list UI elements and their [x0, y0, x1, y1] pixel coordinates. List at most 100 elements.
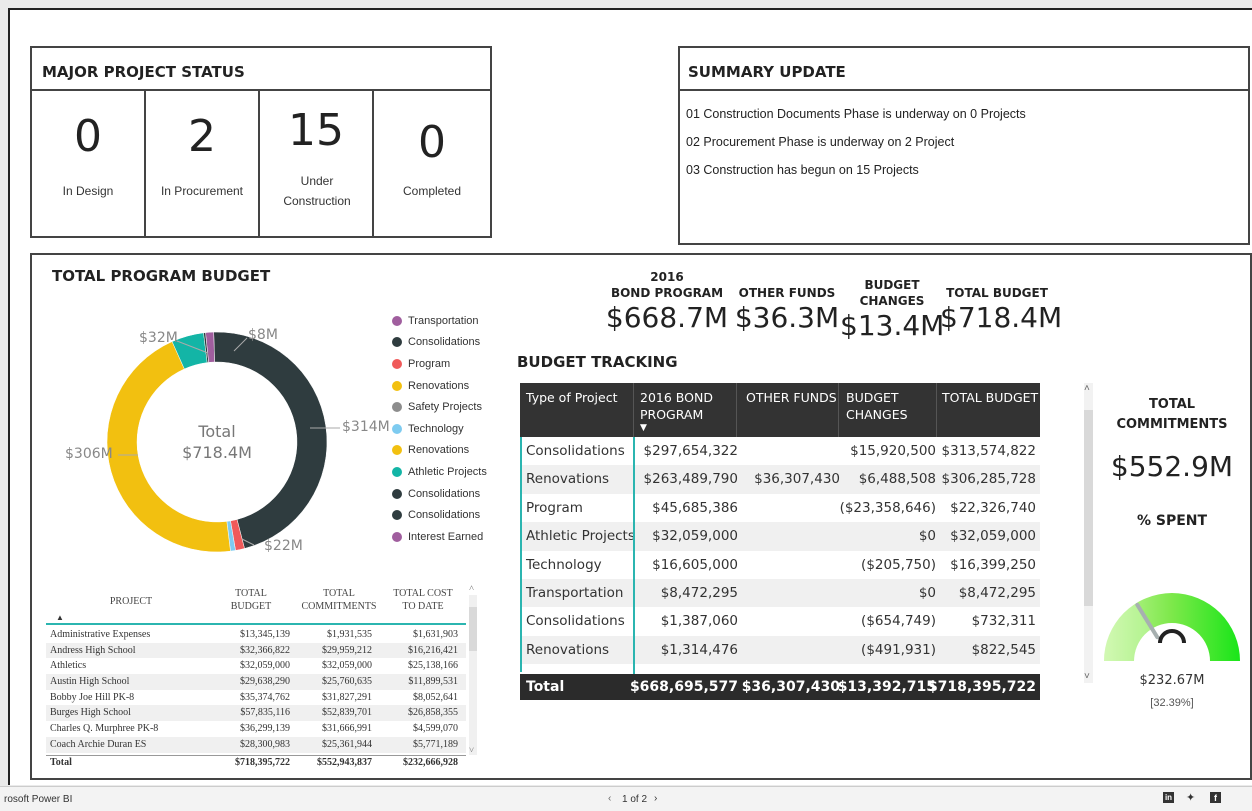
legend-item[interactable]: Safety Projects — [392, 396, 487, 418]
cell-value: $32,366,822 — [240, 644, 290, 656]
cell-value: $3,421,742 — [959, 670, 1036, 672]
table-row[interactable]: Consolidations $297,654,322 $15,920,500 $31… — [522, 437, 1040, 465]
scroll-down-icon[interactable]: ˅ — [469, 745, 474, 755]
legend-dot — [392, 531, 402, 542]
prev-page-icon[interactable]: ‹ — [608, 793, 611, 804]
kpi-caption: OTHER FUNDS — [738, 286, 836, 300]
cell-value: $1,631,903 — [413, 629, 458, 640]
legend-item[interactable]: Technology — [392, 418, 487, 440]
column-header[interactable]: TOTAL BUDGET — [218, 587, 284, 613]
legend-item[interactable]: Consolidations — [392, 483, 487, 505]
legend-label: Safety Projects — [408, 401, 482, 414]
next-page-icon[interactable]: › — [654, 793, 657, 804]
table-row[interactable]: Charles Q. Murphree PK-8 $36,299,139 $31,6… — [46, 721, 466, 737]
project-type: Renovations — [526, 641, 610, 658]
project-type: Renovations — [526, 471, 610, 488]
kpi-under-construction: 15 Under Construction — [260, 91, 374, 236]
project-type: Transportation — [526, 584, 624, 601]
legend-item[interactable]: Renovations — [392, 375, 487, 397]
donut-label: $306M — [65, 446, 113, 462]
scroll-up-icon[interactable]: ˄ — [1084, 383, 1090, 394]
scroll-down-icon[interactable]: ˅ — [1084, 671, 1090, 682]
column-header[interactable]: TOTAL COMMITMENTS — [294, 587, 384, 613]
cell-value: $16,605,000 — [652, 556, 738, 573]
summary-update-card: SUMMARY UPDATE 01 Construction Documents… — [678, 46, 1250, 245]
table-row[interactable]: Administrative Expenses $13,345,139 $1,931… — [46, 627, 466, 643]
scroll-up-icon[interactable]: ˄ — [469, 583, 474, 593]
table-row[interactable]: Consolidations $1,387,060 ($654,749) $732,3… — [522, 607, 1040, 635]
legend-item[interactable]: Renovations — [392, 440, 487, 462]
project-name: Charles Q. Murphree PK-8 — [50, 723, 159, 735]
cell-value: $52,839,701 — [322, 707, 372, 719]
legend-item[interactable]: Consolidations — [392, 332, 487, 354]
table-row[interactable]: Austin High School $29,638,290 $25,760,635… — [46, 674, 466, 690]
legend-item[interactable]: Consolidations — [392, 504, 487, 526]
legend-dot — [392, 380, 402, 391]
cell-value: $32,059,000 — [652, 528, 738, 545]
table-row[interactable]: Andress High School $32,366,822 $29,959,21… — [46, 642, 466, 659]
kpi-value: 2 — [188, 111, 216, 162]
cell-value: $0 — [918, 584, 936, 601]
linkedin-icon[interactable]: in — [1163, 792, 1174, 803]
table-row[interactable]: Bobby Joe Hill PK-8 $35,374,762 $31,827,29… — [46, 690, 466, 706]
cell-value: $8,472,295 — [660, 584, 738, 601]
sort-desc-icon[interactable]: ▼ — [640, 423, 647, 433]
column-header[interactable]: BUDGET CHANGES — [846, 389, 916, 423]
column-header[interactable]: TOTAL BUDGET — [942, 389, 1038, 406]
table-row[interactable]: Renovations $1,314,476 ($491,931) $822,545 — [522, 635, 1040, 665]
cell-value: $8,052,641 — [413, 691, 458, 703]
table-row[interactable]: Athletics $32,059,000 $32,059,000 $25,138,1… — [46, 658, 466, 674]
table-row[interactable]: Consolidations $1,277,848 $2,143,894 $3,421… — [522, 664, 1040, 672]
column-header[interactable]: OTHER FUNDS — [746, 389, 837, 406]
legend-label: Renovations — [408, 444, 470, 457]
legend-item[interactable]: Interest Earned — [392, 526, 487, 548]
table-row[interactable]: Technology $16,605,000 ($205,750) $16,399,2… — [522, 551, 1040, 579]
cell-value: $36,299,139 — [240, 723, 290, 735]
total-label: Total — [50, 757, 72, 768]
table-row[interactable]: Program $45,685,386 ($23,358,646) $22,326,7… — [522, 494, 1040, 522]
cell-value: $32,059,000 — [950, 528, 1036, 545]
facebook-icon[interactable]: f — [1210, 792, 1221, 803]
tracking-total-row: Total $668,695,577 $36,307,430 $13,392,7… — [520, 674, 1040, 700]
column-highlight — [633, 437, 635, 674]
donut-legend: Transportation Consolidations Program Renov… — [392, 310, 487, 548]
project-name: Athletics — [50, 660, 87, 672]
sort-asc-icon[interactable]: ▲ — [56, 613, 64, 622]
tracking-body: Consolidations $297,654,322 $15,920,500 $31… — [520, 437, 1040, 672]
donut-center-label: Total $718.4M — [177, 421, 257, 463]
cell-value: $1,931,535 — [327, 629, 372, 640]
total-value: $13,392,715 — [837, 679, 936, 695]
legend-label: Transportation — [408, 314, 479, 327]
scrollbar-thumb[interactable] — [469, 607, 477, 651]
spent-gauge[interactable] — [1092, 551, 1252, 671]
summary-line: 03 Construction has begun on 15 Projects — [686, 163, 919, 177]
table-row[interactable]: Renovations $263,489,790 $36,307,430 $6,488… — [522, 465, 1040, 494]
legend-dot — [392, 510, 402, 521]
cell-value: ($654,749) — [861, 613, 936, 630]
cell-value: $32,059,000 — [240, 660, 290, 672]
cell-value: $2,143,894 — [859, 670, 936, 672]
table-row[interactable]: Burges High School $57,835,116 $52,839,701… — [46, 705, 466, 722]
cell-value: $297,654,322 — [643, 443, 738, 459]
table-row[interactable]: Coach Archie Duran ES $28,300,983 $25,361,… — [46, 736, 466, 753]
total-value: $718,395,722 — [235, 757, 290, 768]
twitter-icon[interactable]: ✦ — [1186, 791, 1195, 804]
legend-label: Interest Earned — [408, 530, 484, 543]
tracking-header: Type of Project 2016 BOND PROGRAM OTHER … — [520, 383, 1040, 437]
column-header[interactable]: 2016 BOND PROGRAM — [640, 389, 730, 423]
cell-value: ($23,358,646) — [839, 499, 936, 516]
commitments-value: $552.9M — [1110, 450, 1234, 483]
donut-label: $22M — [264, 538, 303, 554]
total-program-budget-card: TOTAL PROGRAM BUDGET Total $718.4M $32M … — [30, 253, 1252, 780]
legend-label: Consolidations — [408, 509, 481, 522]
column-header[interactable]: TOTAL COST TO DATE — [388, 587, 458, 613]
table-row[interactable]: Transportation $8,472,295 $0 $8,472,295 — [522, 578, 1040, 608]
cell-value: $11,899,531 — [408, 676, 458, 688]
column-header[interactable]: Type of Project — [526, 389, 617, 406]
legend-item[interactable]: Athletic Projects — [392, 461, 487, 483]
column-header[interactable]: PROJECT — [76, 595, 186, 608]
table-row[interactable]: Athletic Projects $32,059,000 $0 $32,059,00… — [522, 522, 1040, 551]
legend-item[interactable]: Transportation — [392, 310, 487, 332]
donut-label: $314M — [342, 419, 390, 435]
legend-item[interactable]: Program — [392, 353, 487, 375]
